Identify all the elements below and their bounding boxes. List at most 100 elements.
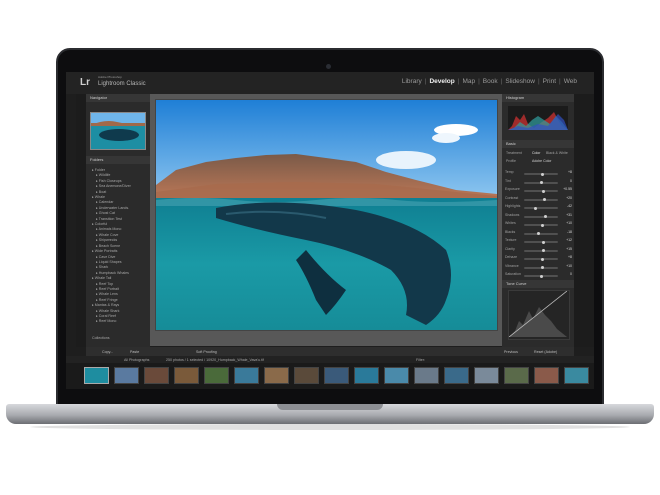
color-treatment-button[interactable]: Color [532,151,540,155]
slider-knob[interactable] [539,181,543,184]
filmstrip-thumbnail[interactable] [294,367,319,384]
navigator-header[interactable]: Navigator [86,94,150,102]
basic-sliders: Temp +8 Tint 0 Exposure +0.55 Contrast +20 Highl… [502,170,574,282]
filmstrip-thumbnail[interactable] [564,367,589,384]
screen: Lr Adobe Photoshop Lightroom Classic Lib… [66,72,594,389]
filmstrip-thumbnail[interactable] [264,367,289,384]
slider-knob[interactable] [539,274,543,278]
slider-track[interactable] [524,206,558,210]
filmstrip-thumbnail[interactable] [144,367,169,384]
basic-header[interactable]: Basic [502,140,574,148]
slider-track[interactable] [524,232,558,235]
slider-row: Saturation 0 [502,272,574,280]
slider-row: Whites +10 [502,221,574,229]
module-library[interactable]: Library [399,78,425,85]
collections-label[interactable]: Collections [92,336,110,341]
slider-knob[interactable] [544,215,548,218]
vendor-line: Adobe Photoshop [98,75,122,79]
right-panel-edge[interactable] [574,94,594,347]
filmstrip-thumbnail[interactable] [204,367,229,384]
slider-track[interactable] [524,240,558,244]
slider-value[interactable]: +0.55 [563,187,572,191]
profile-label: Profile [506,159,516,163]
filmstrip-thumbnail[interactable] [444,367,469,384]
slider-knob[interactable] [540,257,544,261]
histogram-header[interactable]: Histogram [502,94,574,102]
slider-value[interactable]: +8 [568,170,572,174]
slider-knob[interactable] [541,172,545,176]
slider-knob[interactable] [541,240,545,244]
tone-curve-header[interactable]: Tone Curve [502,280,574,288]
slider-label: Temp [505,170,514,174]
module-print[interactable]: Print [540,78,559,85]
filmstrip-thumbnail[interactable] [114,367,139,384]
camera-dot [326,64,331,69]
slider-track[interactable] [524,172,558,176]
filmstrip-thumbnail[interactable] [354,367,379,384]
slider-value[interactable]: 0 [570,272,572,276]
slider-label: Blacks [505,229,516,234]
filmstrip-thumbnail[interactable] [384,367,409,384]
slider-track[interactable] [524,223,558,227]
slider-value[interactable]: +31 [566,213,572,217]
tone-curve-graph[interactable] [508,290,570,340]
navigator-preview[interactable] [90,112,146,150]
filmstrip-thumbnail[interactable] [414,367,439,384]
paste-settings-button[interactable]: Paste [130,350,139,354]
slider-knob[interactable] [534,206,538,210]
profile-select[interactable]: Adobe Color [532,159,551,163]
module-map[interactable]: Map [459,78,478,85]
module-web[interactable]: Web [561,78,580,85]
slider-value[interactable]: +8 [568,255,572,259]
previous-button[interactable]: Previous [504,350,518,354]
filmstrip-thumbnail[interactable] [174,367,199,384]
module-develop[interactable]: Develop [426,78,457,85]
slider-track[interactable] [524,198,558,201]
bw-treatment-button[interactable]: Black & White [546,151,568,155]
filmstrip-count: 250 photos / 1 selected / 10920_Humpback… [166,357,264,362]
slider-knob[interactable] [541,223,545,227]
slider-value[interactable]: +10 [566,264,572,268]
slider-value[interactable]: +15 [566,247,572,251]
slider-value[interactable]: +20 [566,196,572,200]
slider-track[interactable] [524,274,558,278]
slider-label: Clarity [505,246,515,251]
slider-value[interactable]: -18 [567,230,572,234]
slider-knob[interactable] [542,189,546,193]
folder-item[interactable]: ▸ Reef Mono [92,319,148,324]
left-panel-edge[interactable] [76,94,86,347]
filmstrip-thumbnail[interactable] [474,367,499,384]
module-slideshow[interactable]: Slideshow [502,78,538,85]
soft-proofing-checkbox[interactable]: Soft Proofing [196,350,217,354]
slider-label: Tint [505,178,511,183]
filmstrip-thumbnail[interactable] [234,367,259,384]
slider-value[interactable]: -42 [567,204,572,208]
main-photo[interactable] [155,99,498,331]
slider-knob[interactable] [541,266,545,269]
slider-track[interactable] [524,181,558,184]
slider-value[interactable]: 0 [570,179,572,183]
slider-value[interactable]: +10 [566,221,572,225]
filmstrip-thumbnail[interactable] [534,367,559,384]
slider-track[interactable] [524,249,558,252]
filmstrip-source[interactable]: All Photographs [124,358,149,362]
slider-track[interactable] [524,257,558,261]
slider-track[interactable] [524,189,558,193]
reset-button[interactable]: Reset (Adobe) [534,350,557,354]
copy-settings-button[interactable]: Copy... [102,350,113,354]
slider-knob[interactable] [542,198,546,201]
filmstrip-thumbnail[interactable] [504,367,529,384]
slider-knob[interactable] [541,249,545,252]
slider-track[interactable] [524,266,558,269]
slider-knob[interactable] [536,232,540,235]
slider-track[interactable] [524,215,558,218]
module-book[interactable]: Book [480,78,501,85]
filmstrip-thumbnail[interactable] [324,367,349,384]
slider-row: Texture +12 [502,238,574,246]
folders-header[interactable]: Folders [86,156,150,164]
slider-value[interactable]: +12 [566,238,572,242]
slider-label: Exposure [505,187,520,191]
loupe-view [150,94,502,346]
slider-row: Contrast +20 [502,196,574,204]
filmstrip-thumbnail[interactable] [84,367,109,384]
